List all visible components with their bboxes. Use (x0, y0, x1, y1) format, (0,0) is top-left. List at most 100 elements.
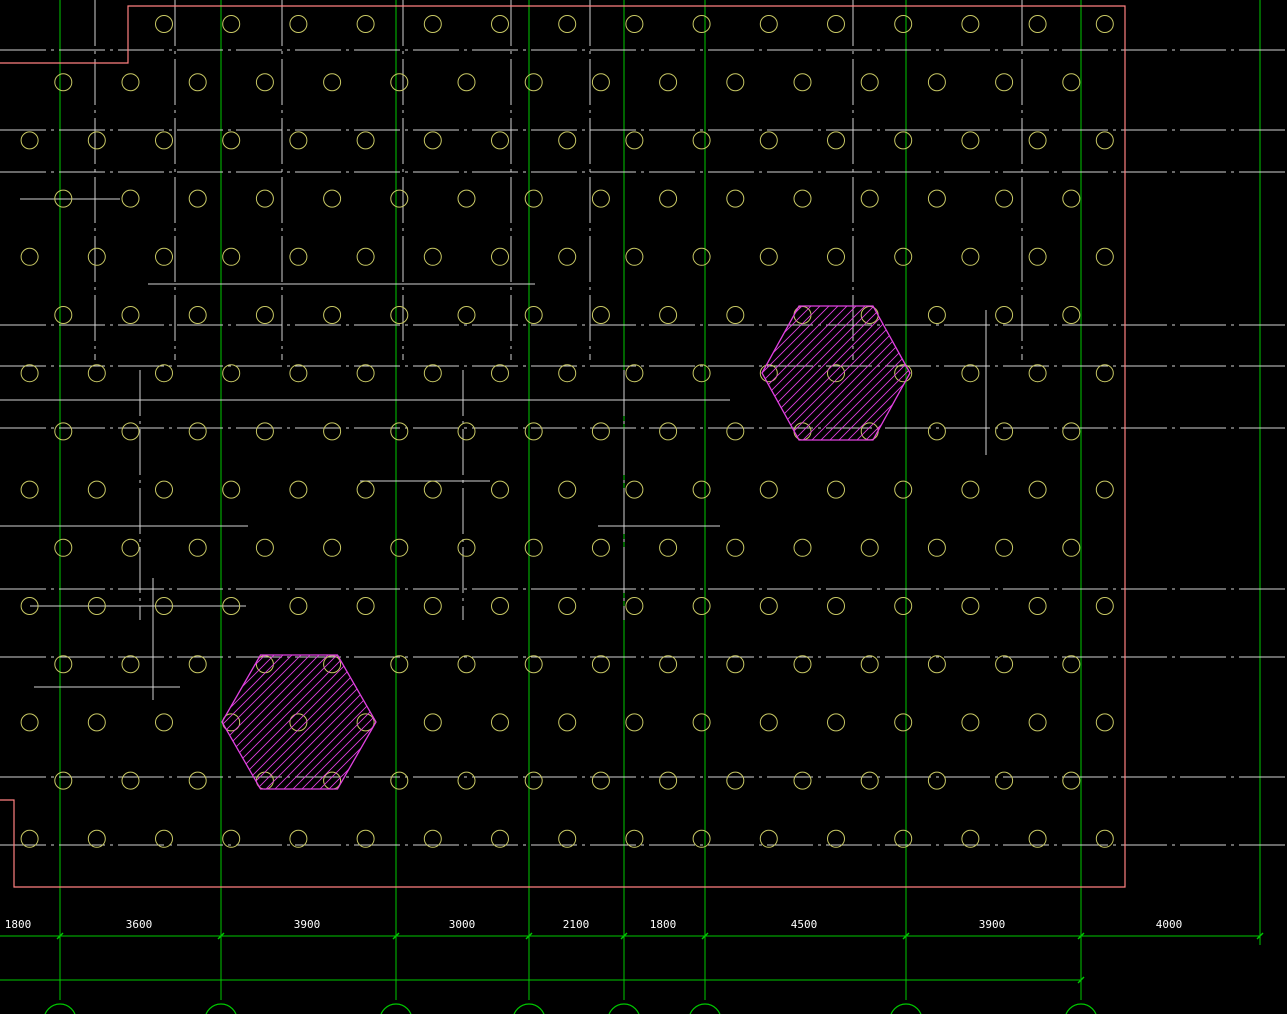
hatch-line (222, 655, 308, 789)
pile-circle (1028, 597, 1047, 615)
pile-circle (860, 306, 879, 324)
dimension-label-3: 3000 (449, 918, 476, 931)
hatch-line (762, 306, 827, 440)
pile-circle (591, 306, 610, 324)
pile-circle (289, 15, 308, 33)
pile-circle (793, 189, 812, 208)
hatch-line (304, 655, 376, 789)
hatch-line (395, 622, 595, 822)
pile-circle (558, 131, 577, 150)
pile-circle (491, 247, 509, 266)
dimension-layer: 1800 3600 3900 3000 2100 1800 4500 3900 … (0, 918, 1264, 984)
hatched-hexagon-upper-right (761, 273, 1114, 473)
pile-circle (894, 597, 913, 615)
pile-circle (323, 73, 342, 92)
pile-circle (323, 538, 342, 557)
pile-circle (625, 131, 644, 150)
pile-circle (894, 131, 913, 150)
pile-circle (1062, 422, 1081, 441)
pile-circle (255, 422, 274, 441)
axis-bubble (608, 1003, 640, 1014)
pile-circle (255, 189, 274, 208)
cad-drawing-canvas[interactable]: 1800 3600 3900 3000 2100 1800 4500 3900 … (0, 0, 1287, 1014)
pile-circle (20, 364, 39, 383)
pile-circle (457, 422, 476, 441)
hatch-line (762, 306, 773, 440)
pile-circle (323, 771, 342, 790)
pile-circle (390, 422, 409, 441)
pile-circle (927, 538, 946, 557)
pile-circle (121, 73, 140, 92)
pile-circle (1028, 713, 1047, 732)
pile-circle (860, 189, 879, 208)
pile-circle (726, 771, 745, 790)
pile-circle (726, 73, 745, 92)
pile-circle (188, 771, 207, 790)
pile-circle (558, 713, 577, 732)
site-boundary (0, 5, 1126, 888)
hatch-line (222, 655, 335, 789)
pile-circle (894, 247, 913, 266)
pile-circle (222, 364, 241, 383)
pile-circle (121, 771, 140, 790)
pile-circle (524, 73, 543, 92)
pile-circle (759, 480, 778, 499)
pile-circle (121, 422, 140, 441)
pile-circle (87, 131, 106, 150)
hatch-line (322, 655, 376, 789)
pile-circle (827, 713, 845, 732)
pile-circle (222, 131, 241, 150)
pile-circle (188, 655, 207, 674)
pile-circle (155, 131, 173, 150)
pile-circle (457, 73, 476, 92)
hatch-line (222, 655, 227, 789)
pile-circle (995, 306, 1014, 324)
pile-circle (927, 771, 946, 790)
pile-circle (1062, 189, 1081, 208)
pile-circle (726, 306, 745, 324)
pile-circle (155, 247, 173, 266)
hatch-line (223, 655, 376, 789)
boundary-outline (0, 5, 1126, 888)
pile-circle (860, 538, 879, 557)
pile-circle (860, 422, 879, 441)
pile-circle (659, 422, 678, 441)
hatch-line (232, 655, 376, 789)
pile-circle (423, 713, 442, 732)
pile-circle (1062, 306, 1081, 324)
hatch-line (762, 306, 910, 440)
hatch-line (914, 273, 1114, 473)
hatch-line (222, 655, 353, 789)
pile-circle (356, 364, 375, 383)
pile-circle (860, 771, 879, 790)
pile-circle (356, 597, 375, 615)
dash-line-layer (0, 0, 1287, 846)
dimension-label-1: 3600 (126, 918, 153, 931)
hatch-line (841, 306, 910, 440)
pile-circle (793, 538, 812, 557)
pile-circle (121, 189, 140, 208)
hatch-line (222, 655, 376, 789)
hatch-line (832, 306, 910, 440)
pile-circle (1095, 131, 1114, 150)
axis-bubble (1065, 1003, 1097, 1014)
hatch-line (222, 655, 376, 789)
pile-circle (1028, 364, 1047, 383)
hatch-line (796, 306, 910, 440)
pile-circle (692, 131, 711, 150)
pile-circle (20, 131, 39, 150)
grid-layer (44, 0, 1261, 1014)
pile-circle (827, 247, 845, 266)
pile-circle (860, 73, 879, 92)
pile-circle (491, 15, 509, 33)
pile-circle (558, 597, 577, 615)
pile-circle (1062, 655, 1081, 674)
pile-circle (827, 364, 845, 383)
hatch-lines (222, 622, 595, 822)
dimension-label-0: 1800 (5, 918, 32, 931)
hatch-line (222, 655, 245, 789)
pile-circle (54, 422, 73, 441)
pile-layer (20, 15, 1114, 848)
pile-circle (423, 480, 442, 499)
hatch-line (222, 655, 272, 789)
